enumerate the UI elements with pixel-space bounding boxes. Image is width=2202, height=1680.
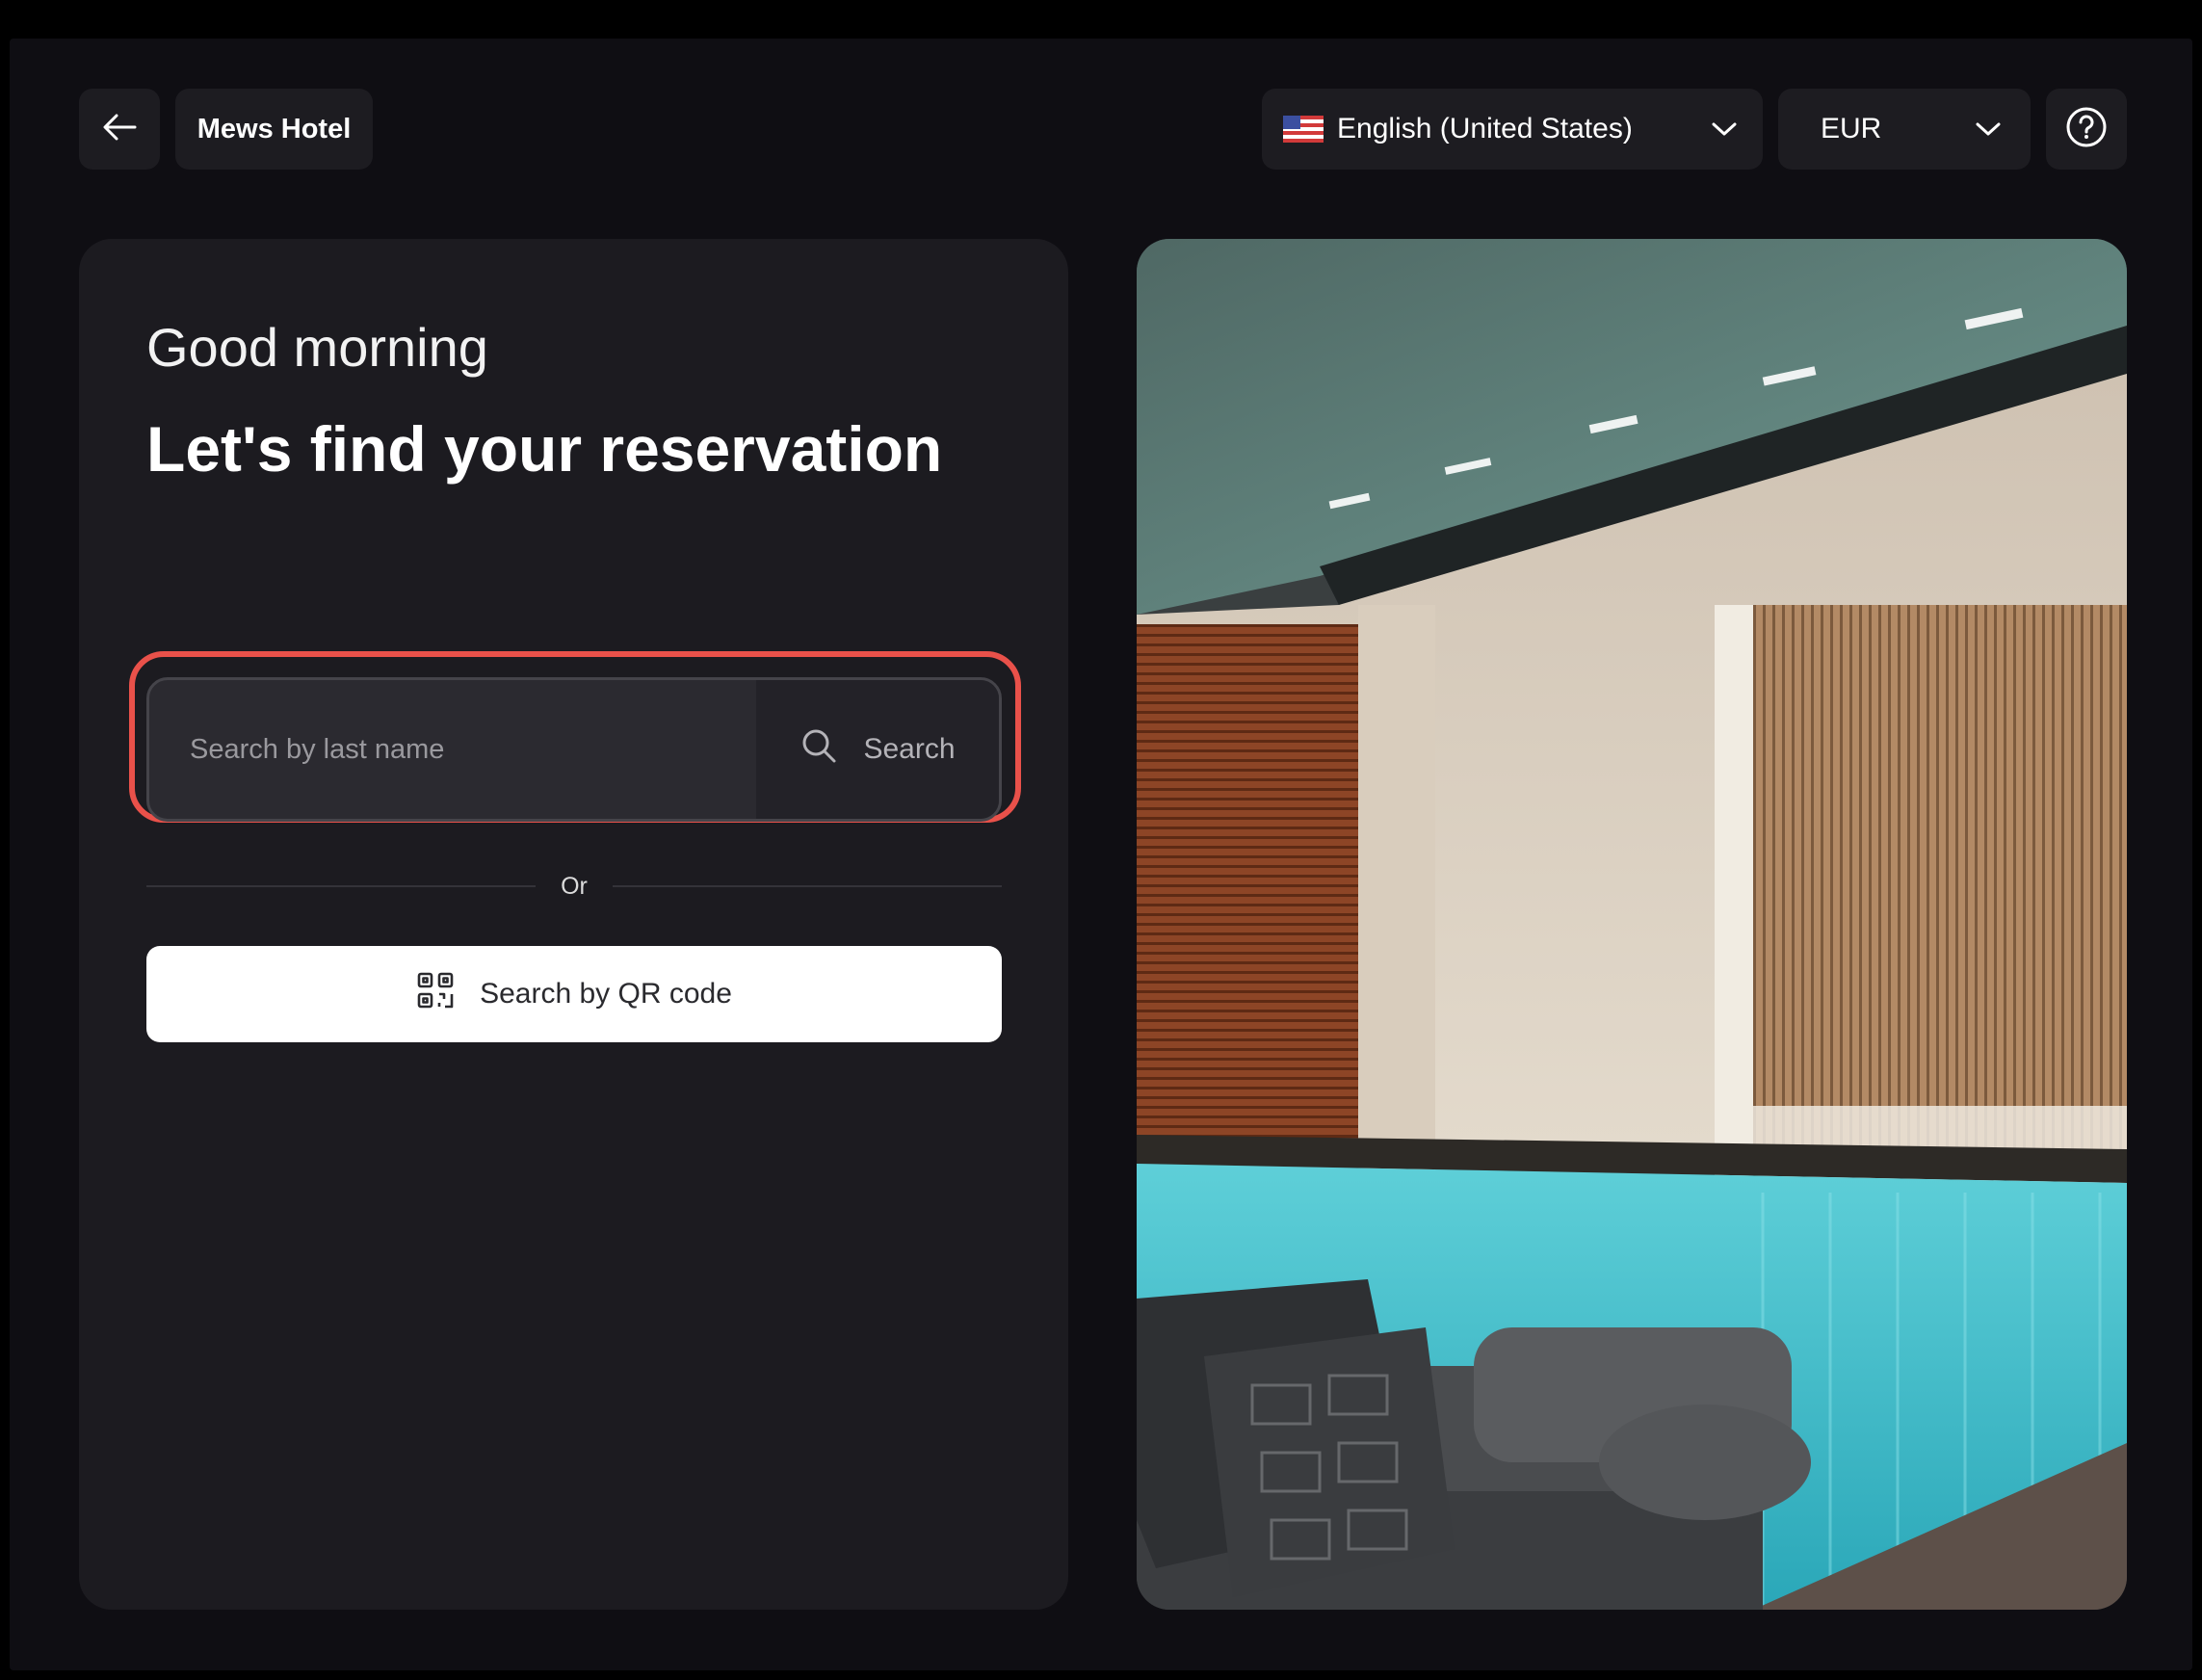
search-button[interactable]: Search [756,680,999,819]
last-name-search-input[interactable] [149,680,756,819]
hotel-pool-photo [1137,239,2127,1610]
reservation-search-card: Good morning Let's find your reservation… [79,239,1068,1610]
page-title: Let's find your reservation [146,413,943,485]
search-button-label: Search [863,733,956,765]
greeting-text: Good morning [146,317,488,378]
arrow-left-icon [102,113,137,146]
chevron-down-icon [1711,113,1738,145]
language-selected-label: English (United States) [1337,113,1633,144]
search-by-qr-button[interactable]: Search by QR code [146,946,1002,1042]
back-button[interactable] [79,89,160,170]
currency-selected-label: EUR [1821,113,1882,144]
language-select[interactable]: English (United States) [1262,89,1763,170]
search-box: Search [146,677,1002,822]
or-label: Or [561,872,588,900]
us-flag-icon [1283,116,1337,143]
divider-line [612,885,1002,887]
divider-line [146,885,537,887]
hotel-name-badge[interactable]: Mews Hotel [175,89,373,170]
qr-button-label: Search by QR code [480,978,732,1010]
help-circle-icon [2065,106,2108,153]
currency-select[interactable]: EUR [1778,89,2031,170]
qr-code-icon [416,971,455,1017]
hotel-name: Mews Hotel [197,113,352,144]
help-button[interactable] [2046,89,2127,170]
chevron-down-icon [1975,113,2002,145]
magnifier-icon [800,726,838,773]
or-divider: Or [146,867,1002,906]
